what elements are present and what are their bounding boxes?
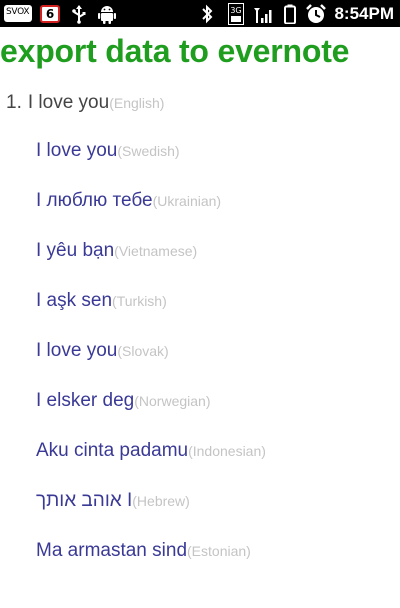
page-title: export data to evernote xyxy=(0,33,350,69)
list-item[interactable]: I love you (Slovak) xyxy=(0,326,400,376)
status-bar-left: SVOX 6 xyxy=(4,0,116,27)
list-item-language: (Ukrainian) xyxy=(152,193,222,209)
list-item-phrase: I люблю тебе xyxy=(36,190,153,211)
list-item-phrase: I elsker deg xyxy=(36,390,135,411)
android-icon xyxy=(98,0,116,27)
list-item-language: (Slovak) xyxy=(117,343,169,359)
list-item[interactable]: Ma armastan sind (Estonian) xyxy=(0,526,400,576)
list-item-phrase: Aku cinta padamu xyxy=(36,440,189,461)
list-item-language: (Estonian) xyxy=(187,543,251,559)
list-item-phrase: Ma armastan sind xyxy=(36,540,188,561)
status-bar: SVOX 6 3G 8:54PM xyxy=(0,0,400,27)
status-time: 8:54PM xyxy=(334,3,394,23)
list-item-language: (Indonesian) xyxy=(188,443,266,459)
list-item-language: (Vietnamese) xyxy=(114,243,198,259)
usb-icon xyxy=(72,0,86,27)
list-item[interactable]: 1. I love you (English) xyxy=(0,78,400,128)
list-item-phrase: I yêu bạn xyxy=(36,240,115,261)
list-item-phrase: I love you xyxy=(36,340,118,361)
list-item-phrase: I love you xyxy=(36,140,118,161)
status-bar-right: 3G 8:54PM xyxy=(200,0,394,27)
list-item-language: (Hebrew) xyxy=(132,493,190,509)
list-item[interactable]: I люблю тебе (Ukrainian) xyxy=(0,176,400,226)
list-item[interactable]: אוהב אותך I (Hebrew) xyxy=(0,476,400,526)
battery-icon xyxy=(284,0,297,27)
network-label: 3G xyxy=(231,6,242,15)
list-item[interactable]: Aku cinta padamu (Indonesian) xyxy=(0,426,400,476)
alarm-icon xyxy=(306,0,327,27)
list-item-language: (Swedish) xyxy=(117,143,180,159)
list-item-phrase: אוהב אותך I xyxy=(36,490,133,511)
list-item[interactable]: I love you (Swedish) xyxy=(0,126,400,176)
list-item-language: (Turkish) xyxy=(112,293,167,309)
list-item[interactable]: I yêu bạn (Vietnamese) xyxy=(0,226,400,276)
list-item[interactable]: I aşk sen (Turkish) xyxy=(0,276,400,326)
list-item-number: 1. xyxy=(6,92,22,113)
list-item-language: (Norwegian) xyxy=(134,393,211,409)
list-item[interactable]: I elsker deg (Norwegian) xyxy=(0,376,400,426)
svox-notification-icon[interactable]: SVOX xyxy=(4,2,34,26)
signal-icon xyxy=(252,0,272,27)
svox-label: SVOX xyxy=(6,6,30,17)
bluetooth-icon xyxy=(200,0,214,27)
list-item-phrase: I love you xyxy=(27,92,110,113)
list-item-phrase: I aşk sen xyxy=(36,290,113,311)
3g-icon: 3G xyxy=(228,0,245,27)
list-item-language: (English) xyxy=(109,95,165,111)
notification-count-badge: 6 xyxy=(40,4,60,23)
